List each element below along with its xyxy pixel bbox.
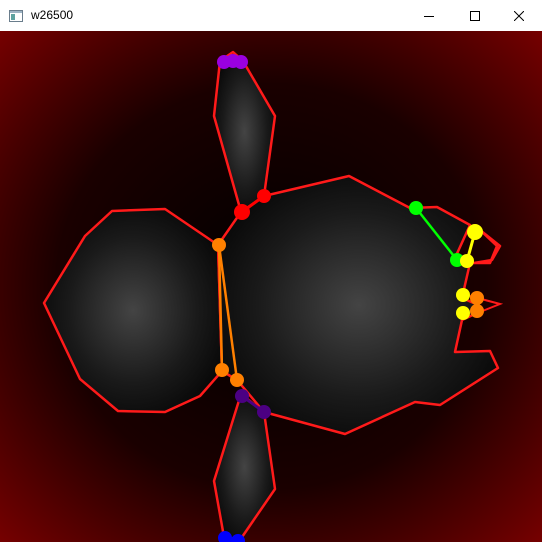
app-icon: [9, 9, 23, 22]
marker-dot[interactable]: [234, 55, 248, 69]
title-bar[interactable]: w26500: [0, 0, 542, 31]
marker-dot[interactable]: [257, 189, 271, 203]
marker-dot[interactable]: [257, 405, 271, 419]
marker-dot[interactable]: [470, 304, 484, 318]
marker-dot[interactable]: [467, 224, 483, 240]
close-icon: [514, 10, 524, 21]
marker-dot[interactable]: [460, 254, 474, 268]
app-window: w26500: [0, 0, 542, 542]
marker-dot[interactable]: [234, 204, 250, 220]
close-button[interactable]: [496, 0, 542, 31]
marker-dot[interactable]: [235, 389, 249, 403]
scene-svg: [0, 31, 542, 542]
render-canvas[interactable]: [0, 31, 542, 542]
marker-dot[interactable]: [456, 306, 470, 320]
marker-dot[interactable]: [212, 238, 226, 252]
marker-dot[interactable]: [409, 201, 423, 215]
maximize-icon: [470, 10, 480, 21]
marker-dot[interactable]: [456, 288, 470, 302]
marker-dot[interactable]: [230, 373, 244, 387]
marker-dot[interactable]: [215, 363, 229, 377]
marker-dot[interactable]: [470, 291, 484, 305]
maximize-button[interactable]: [452, 0, 498, 31]
minimize-button[interactable]: [406, 0, 452, 31]
minimize-icon: [424, 15, 434, 17]
window-title: w26500: [31, 8, 74, 22]
left-joint-marker[interactable]: [212, 238, 226, 252]
top-cluster-markers[interactable]: [217, 54, 248, 69]
